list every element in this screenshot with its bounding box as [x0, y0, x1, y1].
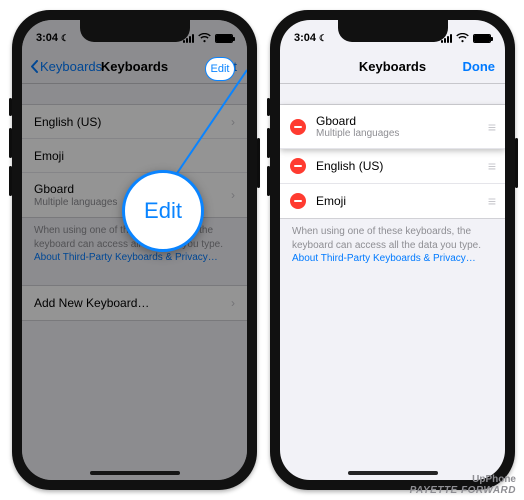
reorder-handle-icon[interactable]: ≡ — [488, 193, 495, 209]
row-label: English (US) — [34, 115, 101, 129]
status-time: 3:04 — [36, 32, 58, 44]
battery-icon — [473, 34, 491, 43]
nav-title: Keyboards — [101, 59, 168, 74]
add-keyboard-row[interactable]: Add New Keyboard… › — [22, 286, 247, 320]
back-button[interactable]: Keyboards — [30, 50, 102, 83]
watermark: UpPhone PAYETTE FORWARD — [410, 474, 516, 496]
row-label: Emoji — [316, 194, 478, 208]
back-label: Keyboards — [40, 59, 102, 74]
volume-up-button — [267, 128, 270, 158]
keyboard-row-gboard[interactable]: Gboard Multiple languages ≡ — [280, 105, 505, 149]
chevron-right-icon: › — [231, 188, 235, 202]
screen-right: 3:04 ☾ Keyboards Done — [280, 20, 505, 480]
magnifier-label: Edit — [144, 198, 182, 224]
keyboard-row-english[interactable]: English (US) ≡ — [280, 149, 505, 184]
power-button — [515, 138, 518, 188]
remove-icon[interactable] — [290, 193, 306, 209]
reorder-handle-icon[interactable]: ≡ — [488, 119, 495, 135]
keyboard-row-english[interactable]: English (US) › — [22, 105, 247, 139]
row-label: Gboard Multiple languages — [34, 182, 117, 208]
content-right: Gboard Multiple languages ≡ English (US)… — [280, 104, 505, 266]
nav-title: Keyboards — [359, 59, 426, 74]
phone-frame-right: 3:04 ☾ Keyboards Done — [270, 10, 515, 490]
screen-left: 3:04 ☾ Keyboards Keyboards Edit — [22, 20, 247, 480]
row-label: Emoji — [34, 149, 64, 163]
privacy-link[interactable]: About Third-Party Keyboards & Privacy… — [292, 253, 476, 264]
remove-icon[interactable] — [290, 119, 306, 135]
home-indicator[interactable] — [348, 471, 438, 475]
volume-down-button — [9, 166, 12, 196]
done-button[interactable]: Done — [463, 50, 496, 83]
power-button — [257, 138, 260, 188]
wifi-icon — [456, 33, 469, 43]
phone-frame-left: 3:04 ☾ Keyboards Keyboards Edit — [12, 10, 257, 490]
status-time: 3:04 — [294, 32, 316, 44]
privacy-footnote: When using one of these keyboards, the k… — [280, 219, 505, 266]
volume-down-button — [267, 166, 270, 196]
notch — [338, 20, 448, 42]
volume-up-button — [9, 128, 12, 158]
chevron-right-icon: › — [231, 115, 235, 129]
battery-icon — [215, 34, 233, 43]
moon-icon: ☾ — [61, 33, 69, 44]
remove-icon[interactable] — [290, 158, 306, 174]
magnifier-callout: Edit — [122, 170, 204, 252]
notch — [80, 20, 190, 42]
wifi-icon — [198, 33, 211, 43]
moon-icon: ☾ — [319, 33, 327, 44]
add-keyboard-group: Add New Keyboard… › — [22, 285, 247, 321]
edit-button-highlight[interactable]: Edit — [205, 57, 235, 81]
chevron-left-icon — [30, 60, 38, 73]
reorder-handle-icon[interactable]: ≡ — [488, 158, 495, 174]
chevron-right-icon: › — [231, 296, 235, 310]
silent-switch — [9, 98, 12, 116]
keyboard-row-emoji[interactable]: Emoji ≡ — [280, 184, 505, 218]
row-label: Add New Keyboard… — [34, 296, 149, 310]
row-label: English (US) — [316, 159, 478, 173]
done-label: Done — [463, 59, 496, 74]
row-label: Gboard Multiple languages — [316, 114, 478, 139]
silent-switch — [267, 98, 270, 116]
keyboard-row-emoji[interactable]: Emoji — [22, 139, 247, 173]
keyboard-edit-list: Gboard Multiple languages ≡ English (US)… — [280, 104, 505, 219]
privacy-link[interactable]: About Third-Party Keyboards & Privacy… — [34, 252, 218, 263]
home-indicator[interactable] — [90, 471, 180, 475]
nav-bar: Keyboards Done — [280, 50, 505, 84]
